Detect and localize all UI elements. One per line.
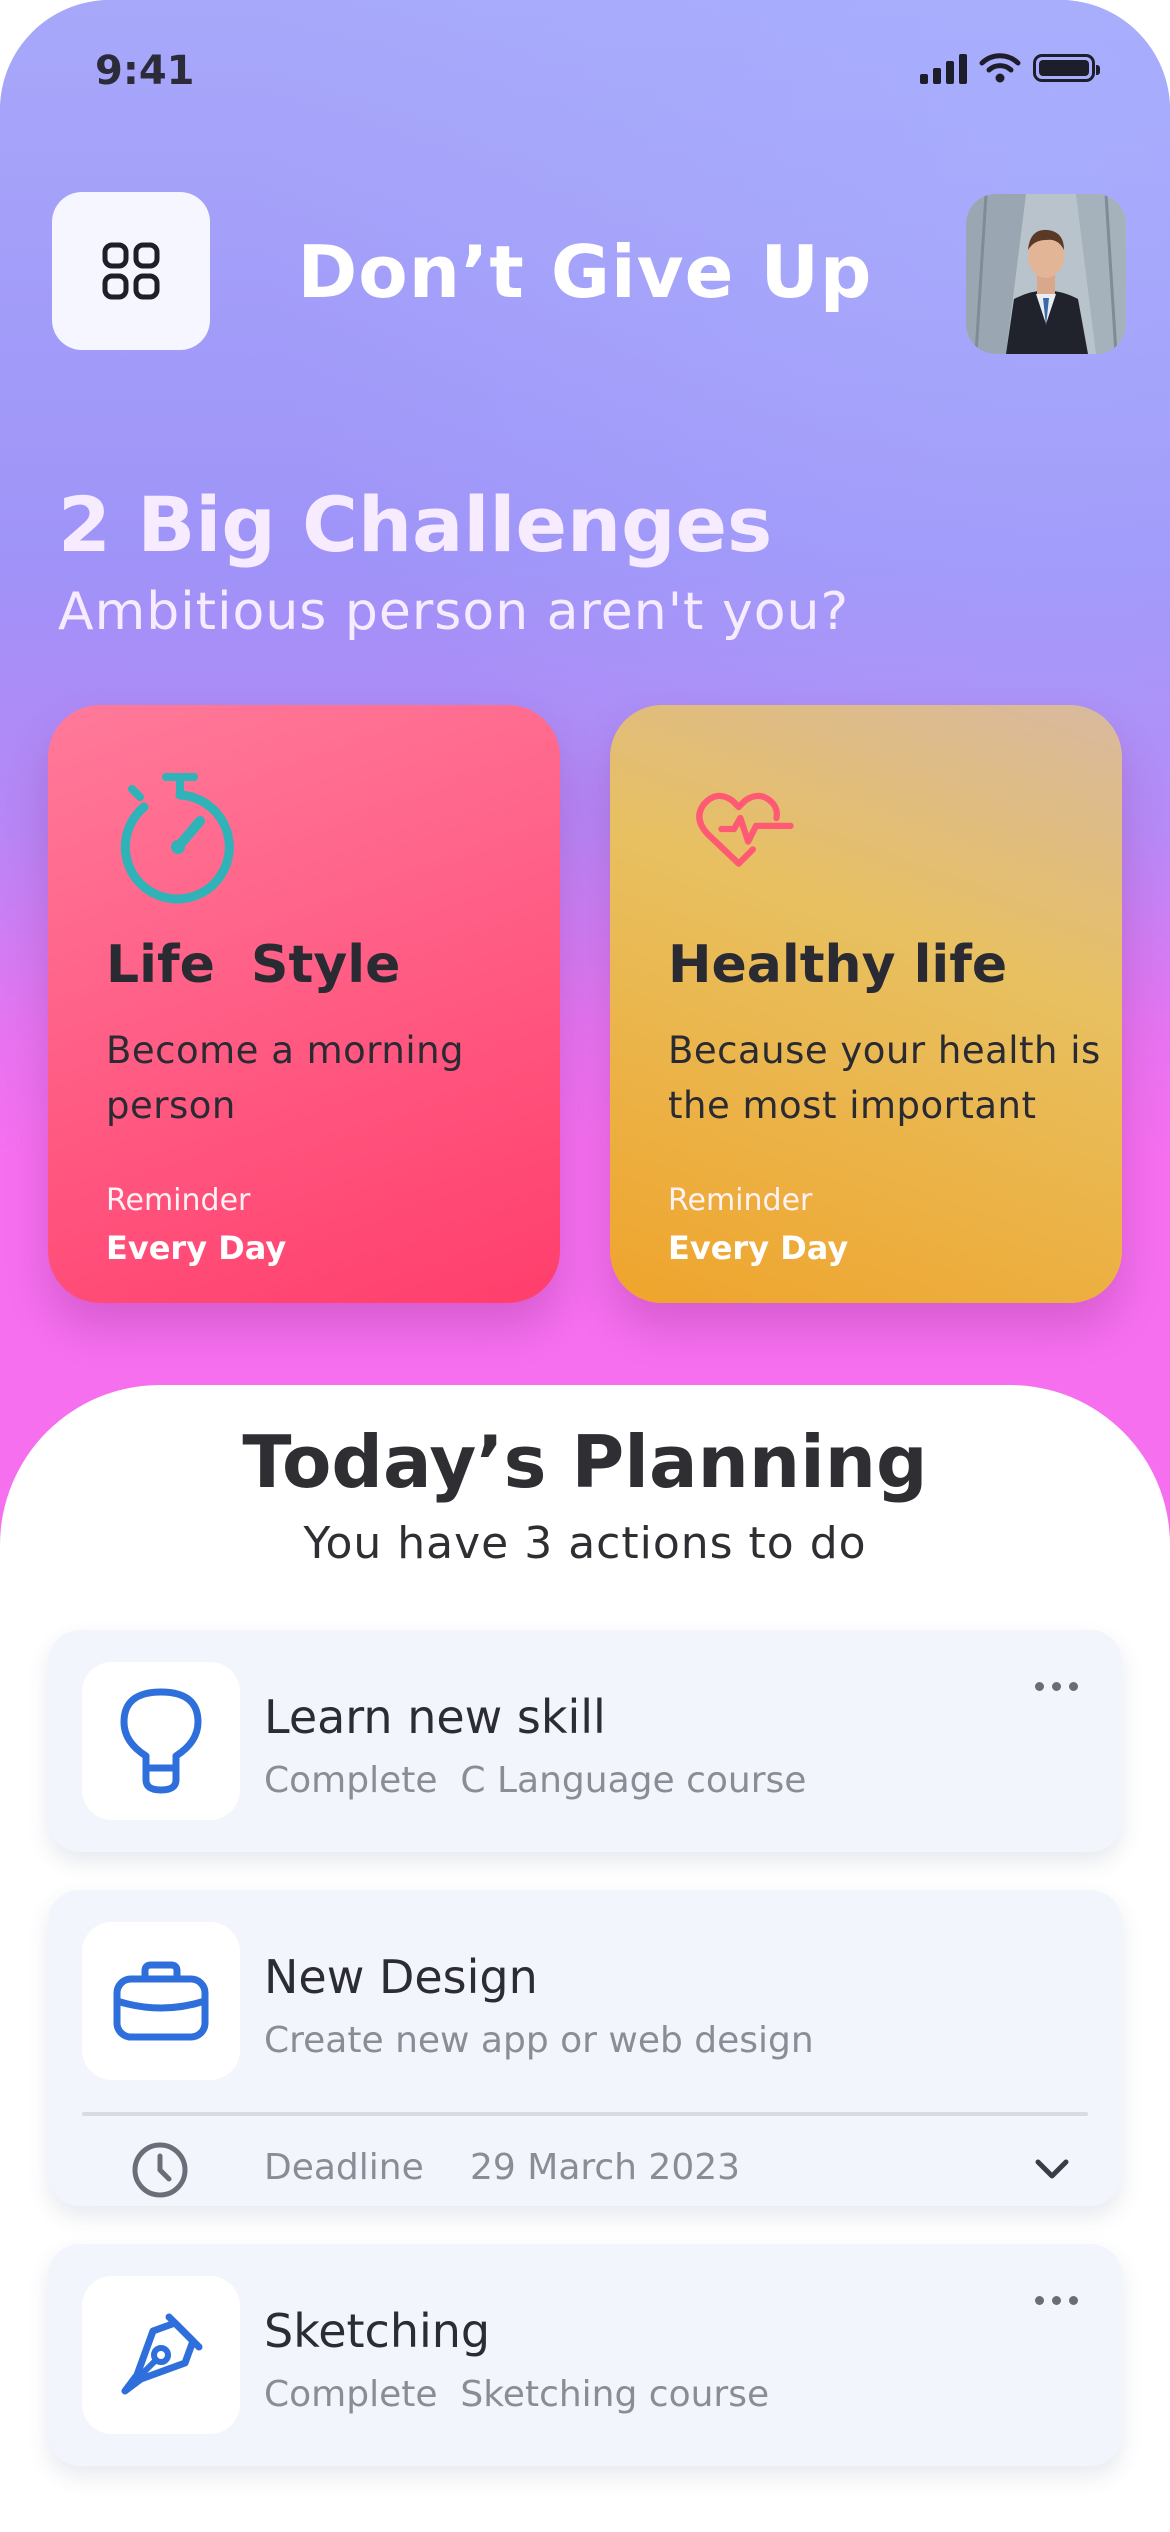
chevron-down-icon[interactable] (1032, 2152, 1072, 2188)
status-time: 9:41 (95, 48, 195, 94)
card-description: Become a morning person (106, 1029, 465, 1127)
phone-screen: 9:41 Don’t Give Up 2 Big Challenges Ambi… (0, 0, 1170, 2532)
battery-icon (1033, 54, 1100, 82)
avatar[interactable] (966, 194, 1126, 354)
task-title: New Design (264, 1950, 538, 2004)
more-options-icon[interactable] (1035, 1682, 1078, 1691)
deadline-date: 29 March 2023 (470, 2147, 741, 2188)
challenges-subtitle: Ambitious person aren't you? (58, 582, 850, 642)
task-description: Create new app or web design (264, 2020, 814, 2061)
task-title: Sketching (264, 2304, 491, 2358)
task-card-learn-new-skill[interactable]: Learn new skill Complete C Language cour… (48, 1630, 1122, 1852)
planning-subtitle: You have 3 actions to do (303, 1518, 867, 1569)
card-title: Healthy life (668, 935, 1008, 995)
challenges-title: 2 Big Challenges (58, 480, 773, 569)
deadline-label: Deadline (264, 2147, 424, 2188)
task-icon-box (82, 2276, 240, 2434)
challenge-card-healthy-life[interactable]: Healthy life Because your health is the … (610, 705, 1122, 1303)
lightbulb-icon (120, 1688, 202, 1794)
task-description: Complete C Language course (264, 1760, 807, 1801)
more-options-icon[interactable] (1035, 2296, 1078, 2305)
planning-title: Today’s Planning (242, 1420, 928, 1504)
pen-nib-icon (121, 2313, 203, 2395)
user-avatar-image (966, 194, 1126, 354)
signal-icon (920, 52, 967, 84)
stopwatch-icon (120, 773, 234, 904)
heartbeat-icon (696, 792, 794, 867)
task-divider (82, 2112, 1088, 2116)
card-reminder-label: Reminder (106, 1183, 251, 1218)
briefcase-icon (113, 1961, 209, 2041)
card-reminder-value: Every Day (106, 1229, 287, 1267)
task-title: Learn new skill (264, 1690, 606, 1744)
status-icons (920, 52, 1100, 84)
challenge-card-life-style[interactable]: Life Style Become a morning person Remin… (48, 705, 560, 1303)
task-icon-box (82, 1662, 240, 1820)
task-card-sketching[interactable]: Sketching Complete Sketching course (48, 2244, 1122, 2466)
task-description: Complete Sketching course (264, 2374, 770, 2415)
card-reminder-label: Reminder (668, 1183, 813, 1218)
card-title: Life Style (106, 935, 401, 995)
card-description: Because your health is the most importan… (668, 1029, 1101, 1127)
card-reminder-value: Every Day (668, 1229, 849, 1267)
wifi-icon (979, 53, 1021, 83)
clock-icon (132, 2142, 188, 2198)
task-card-new-design[interactable]: New Design Create new app or web design … (48, 1890, 1122, 2206)
task-icon-box (82, 1922, 240, 2080)
